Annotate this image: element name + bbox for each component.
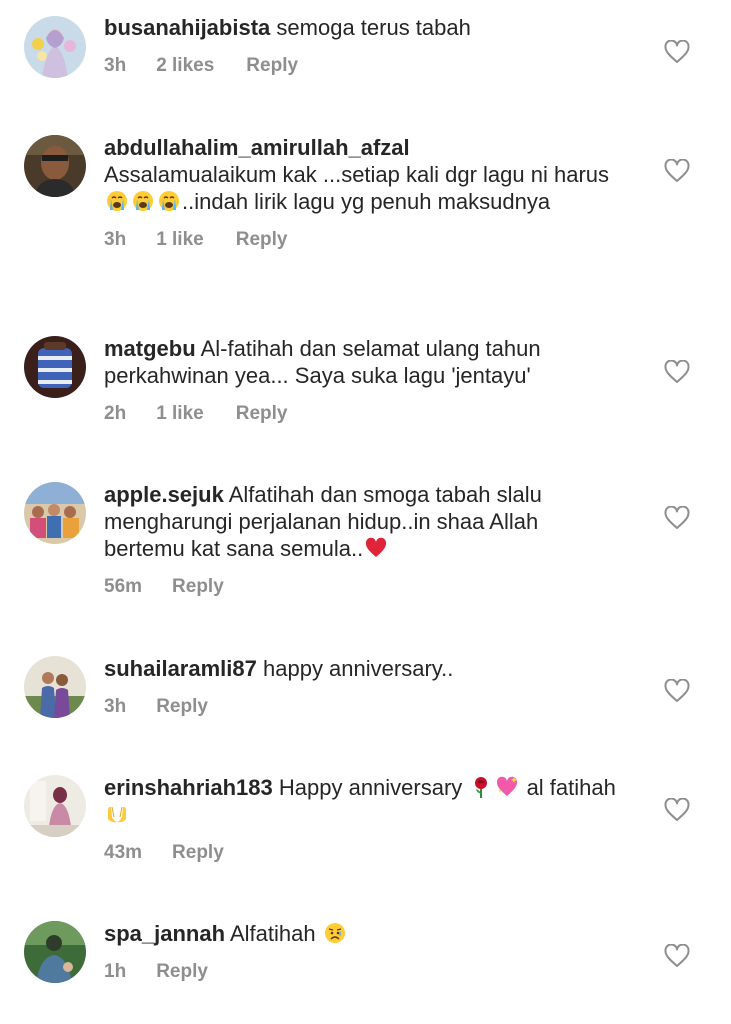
- avatar[interactable]: [24, 16, 86, 78]
- timestamp: 3h: [104, 55, 127, 76]
- avatar[interactable]: [24, 921, 86, 983]
- comment-text: busanahijabista semoga terus tabah: [104, 14, 624, 41]
- comment-body-continued: ..indah lirik lagu yg penuh maksudnya: [182, 189, 551, 214]
- reply-button[interactable]: Reply: [172, 842, 224, 864]
- loudly-crying-face-emoji: [132, 190, 154, 212]
- palms-up-together-emoji: [106, 803, 128, 825]
- reply-button[interactable]: Reply: [172, 576, 224, 598]
- likes-count[interactable]: 2 likes: [156, 55, 214, 77]
- timestamp: 3h: [104, 696, 127, 717]
- reply-button[interactable]: Reply: [156, 961, 208, 983]
- comment-text: apple.sejuk Alfatihah dan smoga tabah sl…: [104, 481, 624, 562]
- heart-outline-icon[interactable]: [664, 40, 690, 64]
- heart-outline-icon[interactable]: [664, 679, 690, 703]
- comment-text: spa_jannah Alfatihah: [104, 920, 624, 947]
- avatar[interactable]: [24, 482, 86, 544]
- reply-button[interactable]: Reply: [156, 696, 208, 718]
- comment-meta: 3h 2 likes Reply: [104, 55, 624, 77]
- username[interactable]: busanahijabista: [104, 15, 270, 40]
- timestamp: 56m: [104, 576, 143, 597]
- comment-body: happy anniversary..: [263, 656, 454, 681]
- reply-button[interactable]: Reply: [236, 403, 288, 425]
- avatar[interactable]: [24, 336, 86, 398]
- timestamp: 1h: [104, 961, 127, 982]
- username[interactable]: matgebu: [104, 336, 196, 361]
- comment-body: Happy anniversary: [278, 775, 463, 800]
- comment-body: Assalamualaikum kak ...setiap kali dgr l…: [104, 162, 610, 187]
- heart-outline-icon[interactable]: [664, 798, 690, 822]
- comment-meta: 3h Reply: [104, 696, 624, 718]
- comment-text: erinshahriah183 Happy anniversary al fat…: [104, 774, 624, 828]
- heart-outline-icon[interactable]: [664, 159, 690, 183]
- sad-but-relieved-face-emoji: [324, 922, 346, 944]
- comment-text: suhailaramli87 happy anniversary..: [104, 655, 624, 682]
- timestamp: 2h: [104, 403, 127, 424]
- avatar[interactable]: [24, 135, 86, 197]
- comment-meta: 1h Reply: [104, 961, 624, 983]
- heart-outline-icon[interactable]: [664, 360, 690, 384]
- reply-button[interactable]: Reply: [236, 229, 288, 251]
- comment-text: abdullahalim_amirullah_afzal Assalamualai…: [104, 134, 624, 215]
- username[interactable]: erinshahriah183: [104, 775, 273, 800]
- comment-meta: 3h 1 like Reply: [104, 229, 624, 251]
- username[interactable]: abdullahalim_amirullah_afzal: [104, 135, 410, 160]
- red-heart-emoji: [365, 537, 387, 559]
- avatar[interactable]: [24, 656, 86, 718]
- timestamp: 43m: [104, 842, 143, 863]
- likes-count[interactable]: 1 like: [156, 229, 204, 251]
- comment-meta: 43m Reply: [104, 842, 624, 864]
- comment-text: matgebu Al-fatihah dan selamat ulang tah…: [104, 335, 624, 389]
- comment-meta: 56m Reply: [104, 576, 624, 598]
- avatar[interactable]: [24, 775, 86, 837]
- likes-count[interactable]: 1 like: [156, 403, 204, 425]
- username[interactable]: spa_jannah: [104, 921, 225, 946]
- rose-emoji: [470, 776, 492, 798]
- heart-outline-icon[interactable]: [664, 506, 690, 530]
- username[interactable]: apple.sejuk: [104, 482, 224, 507]
- comment-meta: 2h 1 like Reply: [104, 403, 624, 425]
- comment-body: semoga terus tabah: [276, 15, 471, 40]
- sparkling-heart-emoji: [496, 776, 518, 798]
- reply-button[interactable]: Reply: [246, 55, 298, 77]
- timestamp: 3h: [104, 229, 127, 250]
- loudly-crying-face-emoji: [106, 190, 128, 212]
- loudly-crying-face-emoji: [158, 190, 180, 212]
- heart-outline-icon[interactable]: [664, 944, 690, 968]
- comment-body: Alfatihah: [229, 921, 316, 946]
- username[interactable]: suhailaramli87: [104, 656, 257, 681]
- comment-body-continued: al fatihah: [526, 775, 616, 800]
